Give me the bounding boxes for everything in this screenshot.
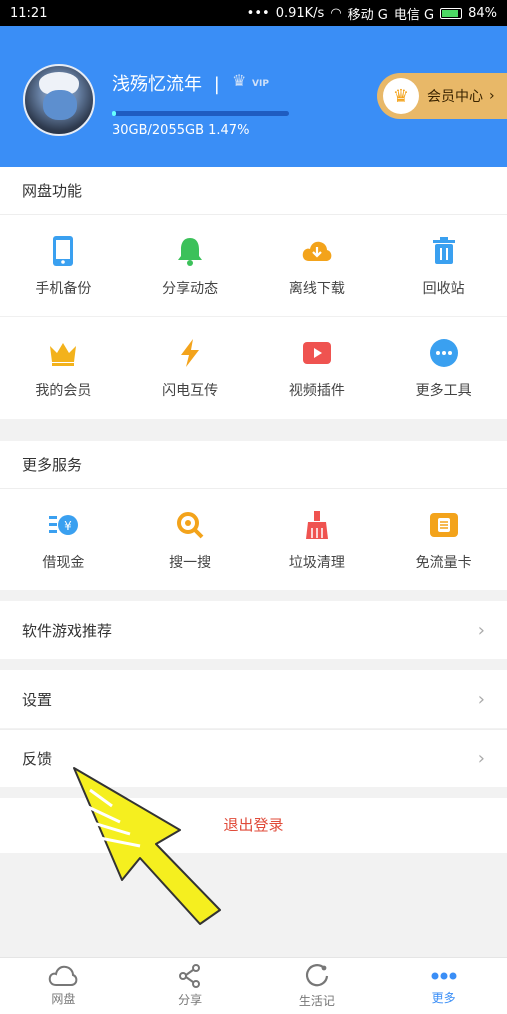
recycle-bin-label: 回收站 xyxy=(422,280,465,297)
refresh-circle-icon xyxy=(305,964,328,987)
cash-icon: ¥ xyxy=(46,508,80,542)
trash-icon xyxy=(427,234,461,268)
section-title-services: 更多服务 xyxy=(0,441,507,489)
username[interactable]: 浅殇忆流年 | xyxy=(112,70,220,96)
borrow-cash-label: 借现金 xyxy=(42,554,85,571)
services-row: ¥ 借现金 搜一搜 垃圾清理 免流量卡 xyxy=(0,489,507,590)
storage-text: 30GB/2055GB 1.47% xyxy=(112,123,250,138)
phone-backup-label: 手机备份 xyxy=(35,280,92,297)
junk-clean-button[interactable]: 垃圾清理 xyxy=(254,489,381,590)
vip-center-label: 会员中心 xyxy=(427,89,483,105)
storage-progress-fill xyxy=(112,111,116,116)
carrier-2: 电信 G xyxy=(393,7,435,23)
search-icon xyxy=(173,508,207,542)
settings-item[interactable]: 设置 › xyxy=(0,670,507,728)
more-services-card: 更多服务 ¥ 借现金 搜一搜 垃圾清理 免流量卡 xyxy=(0,441,507,590)
netdisk-row-1: 手机备份 分享动态 离线下载 回收站 xyxy=(0,215,507,317)
sim-card-icon xyxy=(427,508,461,542)
bell-icon xyxy=(173,234,207,268)
battery-level: 84% xyxy=(468,5,497,21)
tab-life[interactable]: 生活记 xyxy=(254,958,381,1014)
data-free-card-button[interactable]: 免流量卡 xyxy=(380,489,507,590)
offline-download-label: 离线下载 xyxy=(288,280,345,297)
flash-transfer-button[interactable]: 闪电互传 xyxy=(127,317,254,419)
bottom-tab-bar: 网盘 分享 生活记 更多 xyxy=(0,957,507,1014)
status-bar: 11:21 ••• 0.91K/s ◠ 移动 G 电信 G 84% xyxy=(0,0,507,26)
cloud-download-icon xyxy=(300,234,334,268)
video-plugin-label: 视频插件 xyxy=(288,383,345,399)
logout-button[interactable]: 退出登录 xyxy=(0,798,507,853)
data-free-card-label: 免流量卡 xyxy=(415,554,472,571)
wifi-icon: ◠ xyxy=(330,5,342,21)
software-games-recommend-item[interactable]: 软件游戏推荐 › xyxy=(0,601,507,659)
settings-label: 设置 xyxy=(22,690,53,709)
feedback-label: 反馈 xyxy=(22,750,53,768)
search-service-button[interactable]: 搜一搜 xyxy=(127,489,254,590)
feedback-item[interactable]: 反馈 › xyxy=(0,729,507,787)
carrier-1: 移动 G xyxy=(347,7,388,23)
profile-header: 浅殇忆流年 | ♛ VIP 30GB/2055GB 1.47% ♛ 会员中心 › xyxy=(0,26,507,167)
tab-life-label: 生活记 xyxy=(298,994,335,1008)
tab-more-label: 更多 xyxy=(431,991,456,1005)
username-text: 浅殇忆流年 xyxy=(112,74,202,95)
tab-netdisk-label: 网盘 xyxy=(51,992,76,1006)
crown-icon xyxy=(46,336,80,370)
vip-center-button[interactable]: ♛ 会员中心 › xyxy=(377,73,507,119)
battery-icon xyxy=(440,7,463,19)
tab-more[interactable]: 更多 xyxy=(380,958,507,1014)
status-time: 11:21 xyxy=(10,5,48,21)
junk-clean-label: 垃圾清理 xyxy=(288,554,345,571)
my-membership-button[interactable]: 我的会员 xyxy=(0,317,127,419)
share-feed-label: 分享动态 xyxy=(162,280,219,297)
more-dots-icon xyxy=(427,336,461,370)
section-title-netdisk: 网盘功能 xyxy=(0,167,507,215)
share-icon xyxy=(179,964,201,988)
avatar[interactable] xyxy=(23,64,95,136)
video-play-icon xyxy=(300,336,334,370)
network-speed: 0.91K/s xyxy=(275,5,325,21)
tab-share[interactable]: 分享 xyxy=(127,958,254,1014)
vip-badge: VIP xyxy=(252,79,269,89)
phone-backup-button[interactable]: 手机备份 xyxy=(0,215,127,316)
software-games-recommend-label: 软件游戏推荐 xyxy=(22,621,113,640)
flash-transfer-label: 闪电互传 xyxy=(162,383,219,399)
status-more-icon: ••• xyxy=(246,5,270,21)
username-separator: | xyxy=(213,74,220,95)
netdisk-functions-card: 网盘功能 手机备份 分享动态 离线下载 回收站 我的会员 闪电互传 视频插件 更… xyxy=(0,167,507,419)
chevron-right-icon: › xyxy=(477,688,485,710)
netdisk-row-2: 我的会员 闪电互传 视频插件 更多工具 xyxy=(0,317,507,419)
borrow-cash-button[interactable]: ¥ 借现金 xyxy=(0,489,127,590)
share-feed-button[interactable]: 分享动态 xyxy=(127,215,254,316)
video-plugin-button[interactable]: 视频插件 xyxy=(254,317,381,419)
search-service-label: 搜一搜 xyxy=(169,554,212,571)
cloud-icon xyxy=(49,965,78,986)
offline-download-button[interactable]: 离线下载 xyxy=(254,215,381,316)
my-membership-label: 我的会员 xyxy=(35,383,92,399)
more-tools-button[interactable]: 更多工具 xyxy=(380,317,507,419)
svg-text:¥: ¥ xyxy=(65,519,73,533)
storage-progress-bar xyxy=(112,111,289,116)
chevron-right-icon: › xyxy=(477,748,485,769)
chevron-right-icon: › xyxy=(489,88,495,104)
tab-share-label: 分享 xyxy=(178,993,203,1007)
recycle-bin-button[interactable]: 回收站 xyxy=(380,215,507,316)
phone-icon xyxy=(46,234,80,268)
vip-crown-icon: ♛ xyxy=(232,71,247,90)
more-tools-label: 更多工具 xyxy=(415,383,472,399)
broom-icon xyxy=(300,508,334,542)
lightning-icon xyxy=(173,336,207,370)
more-icon xyxy=(431,972,457,980)
avatar-face xyxy=(43,90,77,120)
vip-center-crown-icon: ♛ xyxy=(383,78,419,114)
chevron-right-icon: › xyxy=(477,619,485,641)
tab-netdisk[interactable]: 网盘 xyxy=(0,958,127,1014)
